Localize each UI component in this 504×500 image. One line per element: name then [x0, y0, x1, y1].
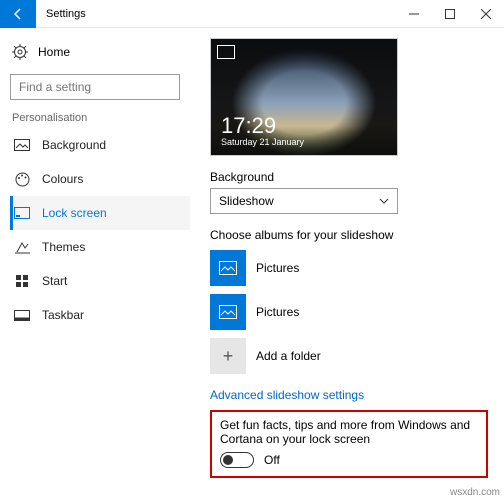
left-pane: Home Personalisation Background Colours … [0, 28, 190, 500]
sidebar-item-themes[interactable]: Themes [10, 230, 190, 264]
preview-date: Saturday 21 January [221, 137, 304, 147]
gear-icon [12, 44, 28, 60]
albums-label: Choose albums for your slideshow [210, 228, 488, 242]
home-button[interactable]: Home [10, 38, 190, 74]
chevron-down-icon [379, 198, 389, 204]
section-label: Personalisation [10, 100, 190, 128]
sidebar-item-label: Taskbar [42, 308, 84, 322]
themes-icon [14, 239, 30, 255]
lock-screen-preview: 17:29 Saturday 21 January [210, 38, 398, 156]
highlight-box: Get fun facts, tips and more from Window… [210, 410, 488, 478]
sidebar-item-label: Start [42, 274, 67, 288]
right-pane: 17:29 Saturday 21 January Background Sli… [190, 28, 504, 500]
background-value: Slideshow [219, 194, 274, 208]
minimize-icon [409, 9, 419, 19]
sidebar-item-colours[interactable]: Colours [10, 162, 190, 196]
sidebar-item-taskbar[interactable]: Taskbar [10, 298, 190, 332]
titlebar: Settings [0, 0, 504, 28]
album-item[interactable]: Pictures [210, 250, 488, 286]
close-button[interactable] [468, 0, 504, 28]
back-button[interactable] [0, 0, 36, 28]
content: Home Personalisation Background Colours … [0, 28, 504, 500]
sidebar-item-start[interactable]: Start [10, 264, 190, 298]
funfacts-state: Off [264, 453, 280, 467]
taskbar-icon [14, 307, 30, 323]
advanced-settings-link[interactable]: Advanced slideshow settings [210, 388, 488, 402]
plus-icon: + [210, 338, 246, 374]
home-label: Home [38, 45, 70, 59]
add-folder-button[interactable]: + Add a folder [210, 338, 488, 374]
sidebar-item-label: Background [42, 138, 106, 152]
close-icon [481, 9, 491, 19]
funfacts-label: Get fun facts, tips and more from Window… [220, 418, 478, 446]
search-input[interactable] [10, 74, 180, 100]
maximize-button[interactable] [432, 0, 468, 28]
minimize-button[interactable] [396, 0, 432, 28]
watermark: wsxdn.com [450, 487, 500, 498]
background-select[interactable]: Slideshow [210, 188, 398, 214]
palette-icon [14, 171, 30, 187]
background-label: Background [210, 170, 488, 184]
sidebar-item-lock-screen[interactable]: Lock screen [10, 196, 190, 230]
preview-overlay-icon [217, 45, 235, 59]
toggle-knob [223, 455, 233, 465]
sidebar-item-background[interactable]: Background [10, 128, 190, 162]
sidebar-item-label: Lock screen [42, 206, 107, 220]
sidebar-item-label: Themes [42, 240, 85, 254]
arrow-left-icon [11, 7, 25, 21]
picture-icon [14, 137, 30, 153]
lock-screen-icon [14, 205, 30, 221]
folder-icon [210, 250, 246, 286]
preview-time: 17:29 [221, 115, 304, 137]
album-label: Pictures [256, 261, 299, 275]
album-item[interactable]: Pictures [210, 294, 488, 330]
preview-clock: 17:29 Saturday 21 January [221, 115, 304, 147]
add-folder-label: Add a folder [256, 349, 321, 363]
folder-icon [210, 294, 246, 330]
window-title: Settings [36, 8, 396, 20]
funfacts-toggle[interactable] [220, 452, 254, 468]
sidebar-item-label: Colours [42, 172, 83, 186]
start-icon [14, 273, 30, 289]
maximize-icon [445, 9, 455, 19]
album-label: Pictures [256, 305, 299, 319]
search-field[interactable] [17, 79, 176, 95]
